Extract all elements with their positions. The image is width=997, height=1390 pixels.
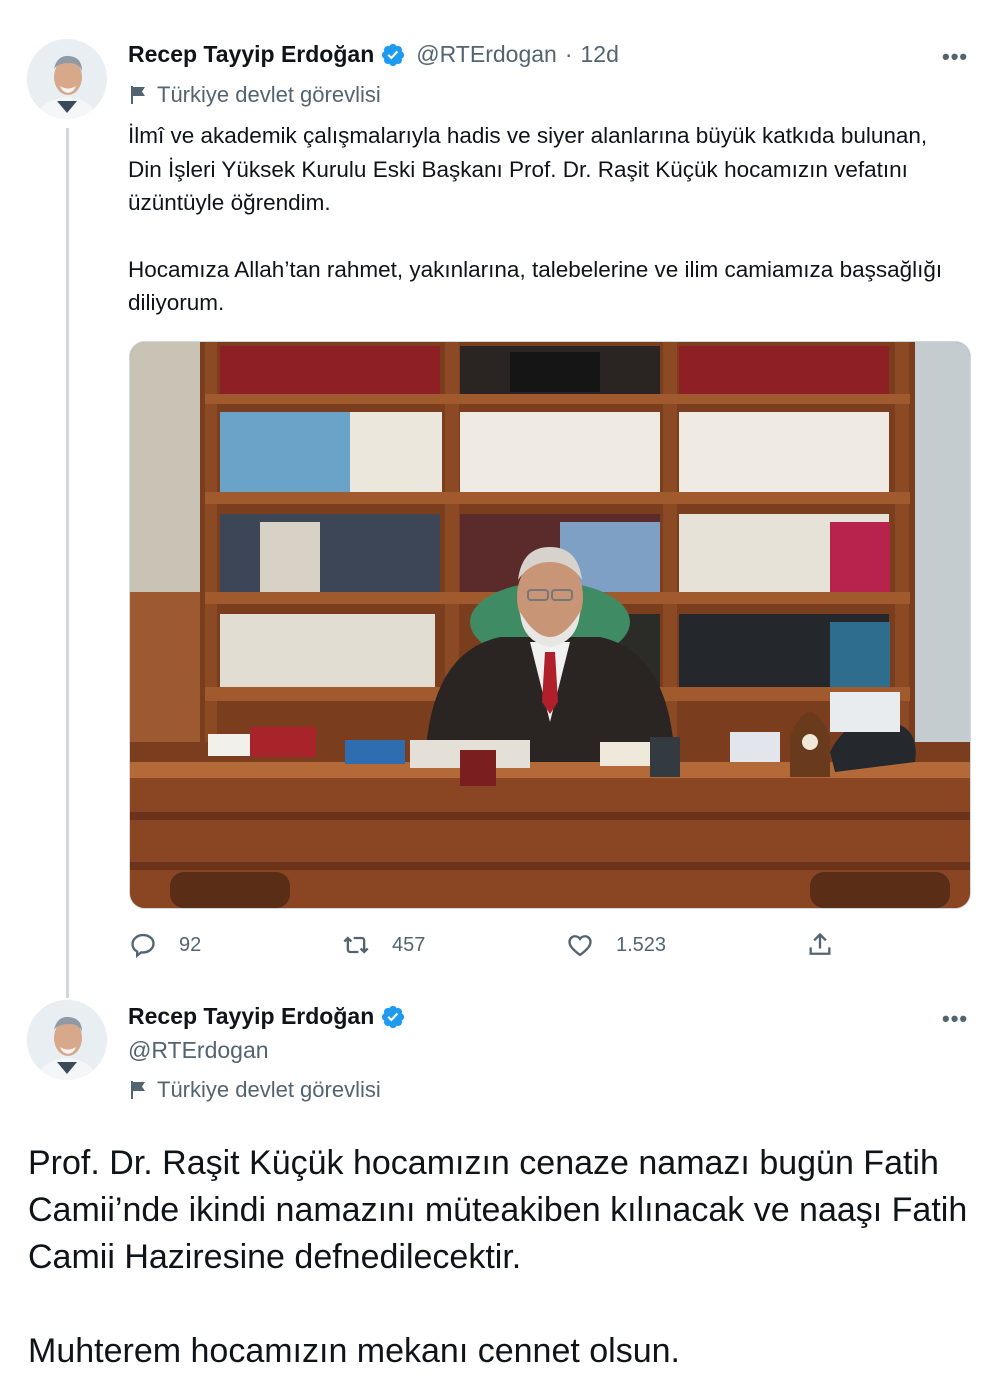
tweet-text: İlmî ve akademik çalışmalarıyla hadis ve… — [128, 119, 948, 320]
reply-icon — [131, 933, 155, 958]
avatar-portrait-icon — [27, 1000, 107, 1080]
tweet-paragraph: İlmî ve akademik çalışmalarıyla hadis ve… — [128, 123, 928, 215]
avatar-portrait-icon — [27, 39, 107, 119]
government-label[interactable]: Türkiye devlet görevlisi — [129, 82, 381, 108]
like-button[interactable]: 1.523 — [566, 931, 666, 959]
reply-button[interactable]: 92 — [129, 931, 201, 959]
government-label[interactable]: Türkiye devlet görevlisi — [129, 1077, 381, 1103]
more-options-icon[interactable]: ••• — [942, 44, 968, 70]
more-options-icon[interactable]: ••• — [942, 1006, 968, 1032]
tweet-photo[interactable] — [129, 341, 971, 909]
retweet-count: 457 — [392, 933, 426, 956]
tweet-header: Recep Tayyip Erdoğan @RTErdogan · 12d — [128, 41, 619, 68]
avatar[interactable] — [27, 1000, 107, 1080]
retweet-button[interactable]: 457 — [342, 931, 425, 959]
like-count: 1.523 — [616, 933, 667, 956]
reply-count: 92 — [179, 933, 202, 956]
tweet-timestamp[interactable]: 12d — [581, 41, 619, 68]
author-handle[interactable]: @RTErdogan — [128, 1037, 269, 1064]
share-button[interactable] — [806, 931, 834, 959]
tweet-paragraph: Muhterem hocamızın mekanı cennet olsun. — [28, 1332, 680, 1370]
avatar[interactable] — [27, 39, 107, 119]
author-name[interactable]: Recep Tayyip Erdoğan — [128, 1003, 374, 1030]
header-separator: · — [564, 41, 573, 67]
tweet-paragraph: Hocamıza Allah’tan rahmet, yakınlarına, … — [128, 256, 943, 316]
author-name[interactable]: Recep Tayyip Erdoğan — [128, 41, 374, 68]
thread-connector-line — [66, 128, 69, 998]
tweet-text: Prof. Dr. Raşit Küçük hocamızın cenaze n… — [28, 1140, 968, 1375]
author-handle[interactable]: @RTErdogan — [416, 41, 557, 68]
office-bookshelf-photo — [130, 342, 970, 908]
verified-badge-icon — [382, 1005, 405, 1028]
tweet-paragraph: Prof. Dr. Raşit Küçük hocamızın cenaze n… — [28, 1144, 968, 1276]
share-icon — [809, 932, 831, 955]
flag-icon — [131, 86, 145, 104]
government-label-text: Türkiye devlet görevlisi — [157, 82, 381, 107]
government-label-text: Türkiye devlet görevlisi — [157, 1077, 381, 1102]
verified-badge-icon — [382, 43, 405, 66]
like-icon — [568, 935, 592, 957]
tweet-header: Recep Tayyip Erdoğan — [128, 1003, 406, 1030]
flag-icon — [131, 1081, 145, 1099]
retweet-icon — [343, 936, 369, 954]
